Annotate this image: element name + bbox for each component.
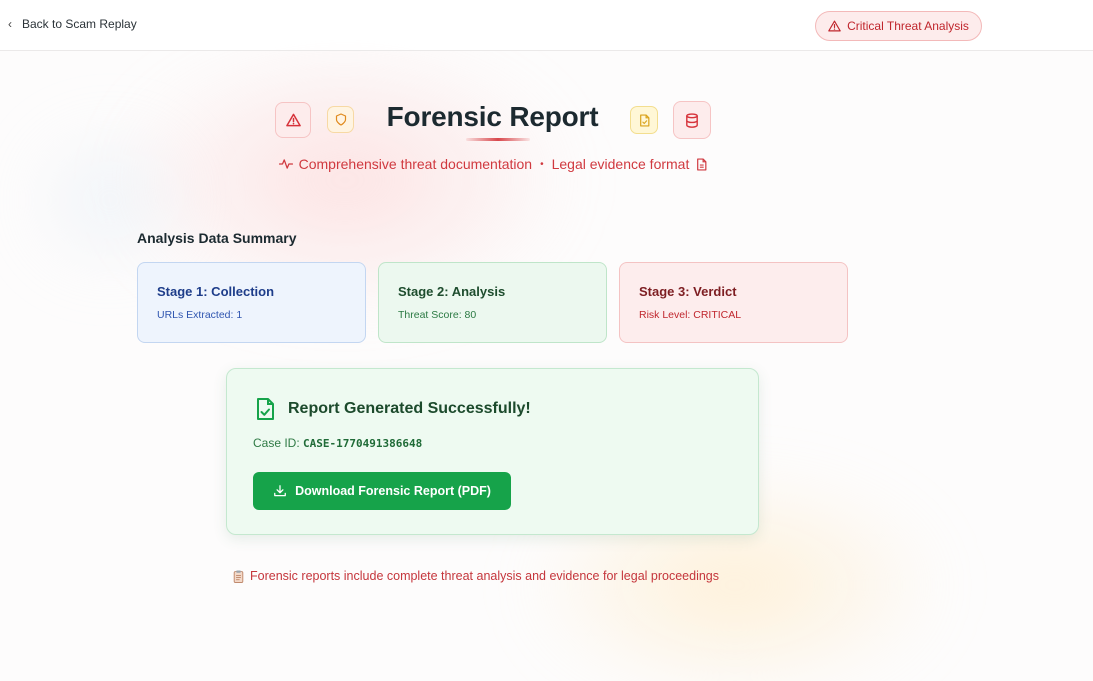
file-check-icon — [257, 398, 274, 420]
page-subtitle: Comprehensive threat documentation • Leg… — [268, 156, 718, 172]
chevron-left-icon: ‹ — [8, 17, 12, 31]
alert-triangle-icon — [285, 113, 301, 127]
document-icon-box — [630, 106, 658, 134]
page-title: Forensic Report — [386, 101, 599, 132]
stage-card-verdict: Stage 3: Verdict Risk Level: CRITICAL — [619, 262, 848, 343]
clipboard-icon — [233, 570, 244, 583]
stage-title: Stage 3: Verdict — [639, 284, 737, 299]
document-icon — [639, 113, 649, 127]
subtitle-right: Legal evidence format — [551, 156, 690, 172]
success-title: Report Generated Successfully! — [288, 400, 531, 417]
title-underline — [466, 138, 530, 141]
critical-threat-badge[interactable]: Critical Threat Analysis — [815, 11, 982, 41]
database-icon — [686, 112, 698, 128]
subtitle-separator: • — [540, 158, 544, 170]
subtitle-left: Comprehensive threat documentation — [298, 156, 533, 172]
shield-icon — [335, 113, 346, 126]
stage-detail: Risk Level: CRITICAL — [639, 309, 742, 321]
threat-badge-label: Critical Threat Analysis — [847, 19, 969, 33]
footer-note: Forensic reports include complete threat… — [233, 569, 719, 583]
case-id-label: Case ID: — [253, 436, 300, 450]
back-to-scam-replay-link[interactable]: ‹ Back to Scam Replay — [8, 17, 137, 31]
database-icon-box — [673, 101, 711, 139]
background-glow-blue — [20, 120, 200, 280]
stage-card-analysis: Stage 2: Analysis Threat Score: 80 — [378, 262, 607, 343]
stage-card-collection: Stage 1: Collection URLs Extracted: 1 — [137, 262, 366, 343]
summary-title: Analysis Data Summary — [137, 230, 297, 246]
alert-triangle-icon — [828, 20, 841, 32]
alert-icon-box — [275, 102, 311, 138]
file-icon — [697, 157, 707, 171]
stage-detail: Threat Score: 80 — [398, 309, 477, 321]
back-link-label: Back to Scam Replay — [22, 17, 137, 31]
report-success-card: Report Generated Successfully! Case ID: … — [226, 368, 759, 535]
top-bar: ‹ Back to Scam Replay Critical Threat An… — [0, 0, 1093, 51]
shield-icon-box — [327, 106, 354, 133]
download-report-button[interactable]: Download Forensic Report (PDF) — [253, 472, 511, 510]
case-id-line: Case ID: CASE-1770491386648 — [253, 436, 422, 450]
download-button-label: Download Forensic Report (PDF) — [295, 484, 491, 498]
stage-title: Stage 2: Analysis — [398, 284, 506, 299]
activity-icon — [278, 159, 293, 169]
stage-detail: URLs Extracted: 1 — [157, 309, 243, 321]
stage-title: Stage 1: Collection — [157, 284, 275, 299]
case-id-value: CASE-1770491386648 — [303, 437, 423, 450]
footer-note-text: Forensic reports include complete threat… — [250, 569, 720, 583]
download-icon — [274, 485, 286, 497]
